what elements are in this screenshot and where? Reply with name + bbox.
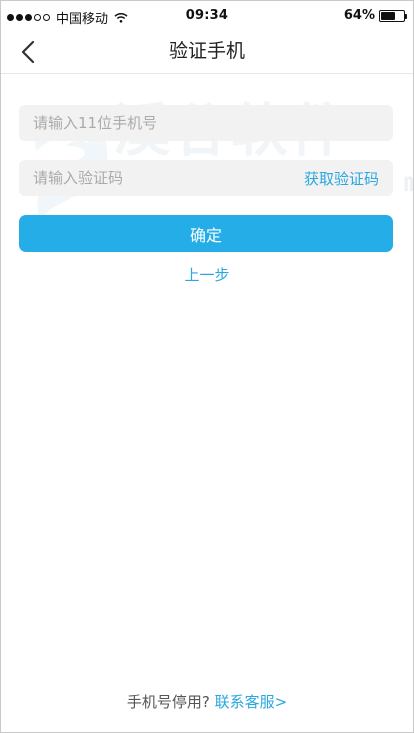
previous-step-link[interactable]: 上一步: [1, 264, 413, 285]
verification-code-row: 请输入验证码 获取验证码: [19, 160, 393, 196]
phone-number-placeholder: 请输入11位手机号: [33, 114, 158, 132]
back-button[interactable]: [11, 35, 45, 69]
confirm-button[interactable]: 确定: [19, 215, 393, 252]
contact-support-link[interactable]: 联系客服>: [215, 693, 288, 711]
nav-bar: 验证手机: [1, 31, 413, 74]
battery-percent: 64%: [343, 8, 375, 23]
phone-screen: 溪谷软件 v isdk .com 中国移动 09:34 64%: [0, 0, 414, 733]
footer: 手机号停用? 联系客服>: [1, 691, 413, 712]
phone-disabled-question: 手机号停用?: [126, 693, 210, 711]
phone-number-input[interactable]: 请输入11位手机号: [19, 105, 393, 141]
battery-level-fill: [381, 11, 395, 20]
get-code-button[interactable]: 获取验证码: [304, 168, 379, 189]
verification-code-input[interactable]: 请输入验证码: [33, 160, 304, 196]
status-right: 64%: [343, 8, 407, 23]
verification-code-placeholder: 请输入验证码: [33, 169, 124, 187]
battery-icon: [379, 9, 407, 22]
page-title: 验证手机: [168, 40, 245, 62]
chevron-left-icon: [21, 40, 35, 64]
status-bar: 中国移动 09:34 64%: [1, 1, 413, 31]
